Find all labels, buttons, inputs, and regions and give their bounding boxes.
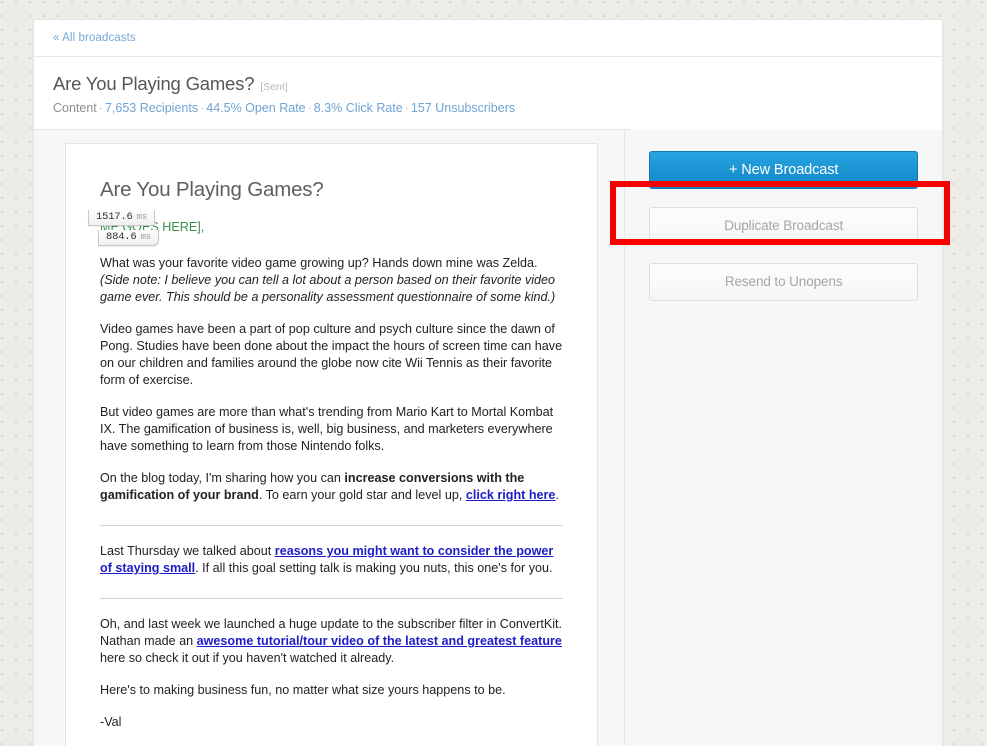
tutorial-video-link[interactable]: awesome tutorial/tour video of the lates… (197, 634, 562, 648)
email-paragraph-7: Here's to making business fun, no matter… (100, 682, 563, 699)
broadcast-detail-panel: « All broadcasts Are You Playing Games? … (33, 19, 943, 746)
paragraph-1-sidenote: (Side note: I believe you can tell a lot… (100, 273, 555, 304)
meta-separator-3: · (306, 101, 314, 115)
title-row: Are You Playing Games? [Sent] (53, 73, 612, 95)
status-badge: [Sent] (260, 81, 287, 93)
action-sidebar: + New Broadcast Duplicate Broadcast Rese… (625, 130, 942, 746)
email-paragraph-2: Video games have been a part of pop cult… (100, 321, 563, 389)
all-broadcasts-link[interactable]: « All broadcasts (53, 32, 136, 44)
email-paragraph-1: What was your favorite video game growin… (100, 255, 563, 306)
email-paragraph-3: But video games are more than what's tre… (100, 404, 563, 455)
email-greeting: ME GOES HERE], (100, 219, 563, 236)
paragraph-1-line-1: What was your favorite video game growin… (100, 256, 538, 270)
paragraph-4-mid: . To earn your gold star and level up, (259, 488, 466, 502)
paragraph-5-post: . If all this goal setting talk is makin… (195, 561, 552, 575)
meta-separator-1: · (97, 101, 105, 115)
paragraph-4-pre: On the blog today, I'm sharing how you c… (100, 471, 344, 485)
duplicate-broadcast-button[interactable]: Duplicate Broadcast (649, 207, 918, 245)
page-title: Are You Playing Games? (53, 73, 254, 95)
email-signature: -Val (100, 714, 563, 731)
email-divider-2 (100, 598, 563, 599)
email-paragraph-5: Last Thursday we talked about reasons yo… (100, 543, 563, 577)
content-label: Content (53, 101, 97, 115)
email-paragraph-6: Oh, and last week we launched a huge upd… (100, 616, 563, 667)
body-split: Are You Playing Games? ME GOES HERE], Wh… (34, 130, 942, 746)
meta-separator-4: · (403, 101, 411, 115)
email-paragraph-4: On the blog today, I'm sharing how you c… (100, 470, 563, 504)
broadcast-stats-row: Content·7,653 Recipients·44.5% Open Rate… (53, 101, 612, 115)
paragraph-5-pre: Last Thursday we talked about (100, 544, 275, 558)
email-preview-region: Are You Playing Games? ME GOES HERE], Wh… (34, 130, 625, 746)
resend-to-unopens-button[interactable]: Resend to Unopens (649, 263, 918, 301)
recipients-link[interactable]: 7,653 Recipients (105, 101, 198, 115)
merge-tag-text: ME GOES HERE], (100, 220, 204, 234)
open-rate-link[interactable]: 44.5% Open Rate (206, 101, 305, 115)
email-subject: Are You Playing Games? (100, 178, 563, 202)
email-preview-card: Are You Playing Games? ME GOES HERE], Wh… (65, 143, 598, 746)
click-rate-link[interactable]: 8.3% Click Rate (314, 101, 403, 115)
click-right-here-link[interactable]: click right here (466, 488, 556, 502)
broadcast-header: Are You Playing Games? [Sent] Content·7,… (34, 57, 631, 130)
email-divider-1 (100, 525, 563, 526)
paragraph-6-post: here so check it out if you haven't watc… (100, 651, 394, 665)
paragraph-4-post: . (555, 488, 559, 502)
new-broadcast-button[interactable]: + New Broadcast (649, 151, 918, 189)
unsubscribers-link[interactable]: 157 Unsubscribers (411, 101, 515, 115)
breadcrumb: « All broadcasts (34, 20, 942, 57)
